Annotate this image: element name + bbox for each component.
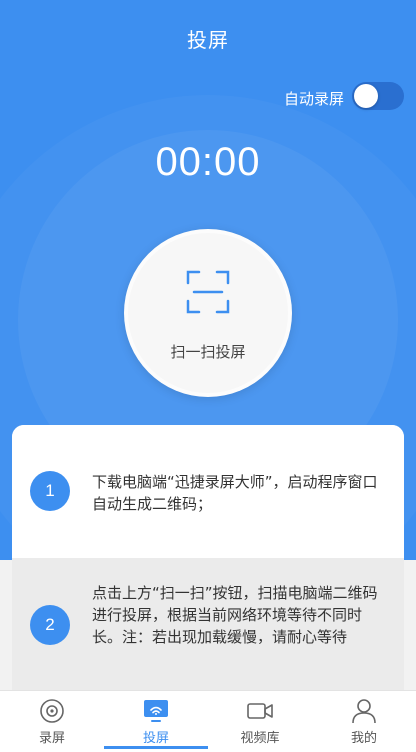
- record-circle-icon: [40, 699, 64, 723]
- tab-label: 录屏: [38, 731, 65, 746]
- toggle-knob: [354, 84, 378, 108]
- step-item: 2 点击上方“扫一扫”按钮，扫描电脑端二维码进行投屏，根据当前网络环境等待不同时…: [12, 558, 404, 690]
- tab-label: 视频库: [240, 731, 280, 746]
- step-item: 1 下载电脑端“迅捷录屏大师”，启动程序窗口自动生成二维码；: [12, 425, 404, 558]
- timer-display: 00:00: [155, 140, 261, 184]
- person-icon: [352, 699, 376, 724]
- tab-cast[interactable]: 投屏: [104, 691, 208, 752]
- auto-record-label: 自动录屏: [283, 90, 344, 108]
- active-tab-indicator: [104, 746, 208, 749]
- scan-cast-label: 扫一扫投屏: [170, 343, 246, 361]
- tab-record[interactable]: 录屏: [0, 691, 104, 752]
- tab-label: 投屏: [142, 731, 169, 746]
- tab-profile[interactable]: 我的: [312, 691, 416, 752]
- instructions-card: 1 下载电脑端“迅捷录屏大师”，启动程序窗口自动生成二维码； 2 点击上方“扫一…: [12, 425, 404, 690]
- step-number: 2: [30, 605, 70, 645]
- video-camera-icon: [247, 703, 273, 719]
- tab-label: 我的: [350, 731, 377, 746]
- bottom-tab-bar: 录屏 投屏 视频库 我的: [0, 690, 416, 752]
- cast-screen-icon: [144, 700, 168, 722]
- step-number: 1: [30, 471, 70, 511]
- page-title: 投屏: [187, 28, 229, 52]
- step-text: 点击上方“扫一扫”按钮，扫描电脑端二维码进行投屏，根据当前网络环境等待不同时长。…: [92, 584, 378, 646]
- step-text: 下载电脑端“迅捷录屏大师”，启动程序窗口自动生成二维码；: [92, 473, 378, 513]
- tab-video-library[interactable]: 视频库: [208, 691, 312, 752]
- scan-cast-button[interactable]: 扫一扫投屏: [124, 229, 292, 397]
- auto-record-toggle[interactable]: [352, 82, 404, 110]
- scan-qr-icon: [186, 270, 230, 314]
